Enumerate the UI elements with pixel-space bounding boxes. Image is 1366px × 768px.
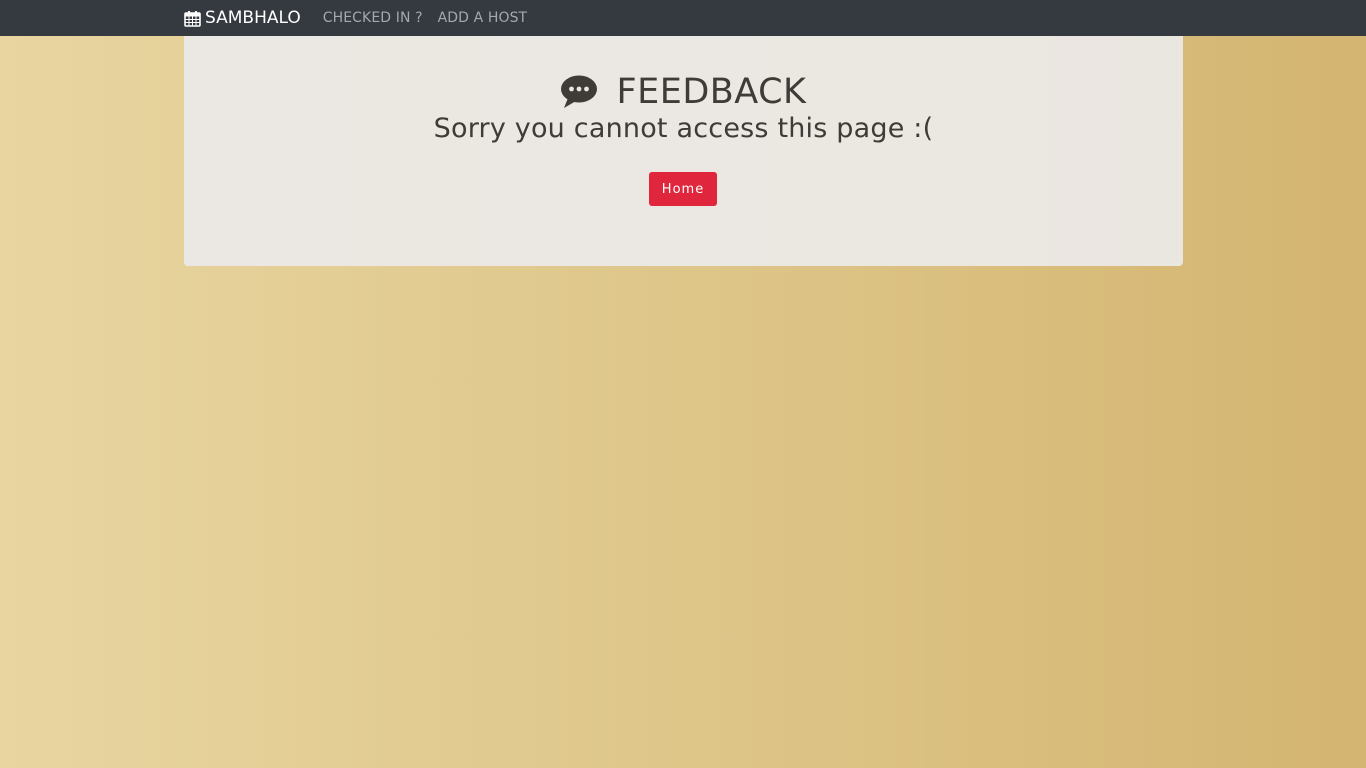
card-header: FEEDBACK [184, 72, 1183, 112]
access-denied-message: Sorry you cannot access this page :( [433, 113, 934, 144]
home-button[interactable]: Home [649, 172, 717, 206]
nav-link-checked-in[interactable]: CHECKED IN ? [323, 10, 423, 26]
calendar-icon [184, 10, 201, 27]
top-navbar: SAMBHALO CHECKED IN ? ADD A HOST [0, 0, 1366, 36]
speech-bubble-icon [560, 74, 598, 110]
feedback-card: FEEDBACK Sorry you cannot access this pa… [184, 36, 1183, 266]
brand-link[interactable]: SAMBHALO [184, 8, 301, 28]
navbar-content: SAMBHALO CHECKED IN ? ADD A HOST [184, 0, 542, 36]
page-title: FEEDBACK [616, 72, 807, 112]
nav-link-add-host[interactable]: ADD A HOST [438, 10, 528, 26]
brand-label: SAMBHALO [205, 8, 301, 28]
